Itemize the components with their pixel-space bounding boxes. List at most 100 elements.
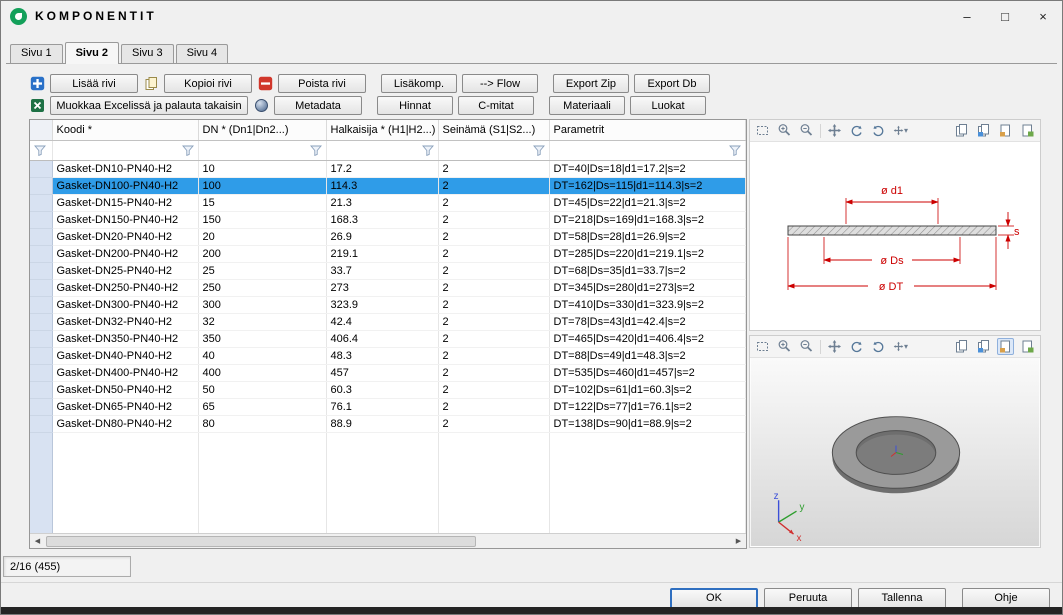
grid-cell[interactable]: DT=410|Ds=330|d1=323.9|s=2 bbox=[549, 296, 745, 313]
grid-cell[interactable]: 2 bbox=[438, 347, 549, 364]
grid-cell[interactable]: 406.4 bbox=[326, 330, 438, 347]
table-row[interactable]: Gasket-DN300-PN40-H2300323.92DT=410|Ds=3… bbox=[30, 296, 745, 313]
table-row[interactable]: Gasket-DN50-PN40-H25060.32DT=102|Ds=61|d… bbox=[30, 381, 745, 398]
grid-cell[interactable]: 2 bbox=[438, 279, 549, 296]
grid-cell[interactable]: 114.3 bbox=[326, 177, 438, 194]
tab-sivu-4[interactable]: Sivu 4 bbox=[176, 44, 229, 63]
copy-view-icon[interactable] bbox=[953, 338, 970, 355]
edit-in-excel-button[interactable]: Muokkaa Excelissä ja palauta takaisin bbox=[50, 96, 248, 115]
table-row[interactable]: Gasket-DN32-PN40-H23242.42DT=78|Ds=43|d1… bbox=[30, 313, 745, 330]
table-row[interactable]: Gasket-DN80-PN40-H28088.92DT=138|Ds=90|d… bbox=[30, 415, 745, 432]
row-selector[interactable] bbox=[30, 160, 52, 177]
minimize-button[interactable]: – bbox=[948, 1, 986, 31]
grid-cell[interactable]: 2 bbox=[438, 194, 549, 211]
filter-icon[interactable] bbox=[422, 145, 434, 159]
table-row[interactable]: Gasket-DN150-PN40-H2150168.32DT=218|Ds=1… bbox=[30, 211, 745, 228]
row-selector[interactable] bbox=[30, 381, 52, 398]
rotate-right-icon[interactable] bbox=[870, 122, 887, 139]
grid-cell[interactable]: DT=88|Ds=49|d1=48.3|s=2 bbox=[549, 347, 745, 364]
move-dropdown-icon[interactable]: ▾ bbox=[892, 122, 909, 139]
grid-cell[interactable]: 10 bbox=[198, 160, 326, 177]
export-all-icon[interactable] bbox=[1019, 122, 1036, 139]
grid-cell[interactable]: 20 bbox=[198, 228, 326, 245]
grid-cell[interactable]: 2 bbox=[438, 398, 549, 415]
grid-cell[interactable]: DT=345|Ds=280|d1=273|s=2 bbox=[549, 279, 745, 296]
select-icon[interactable] bbox=[754, 338, 771, 355]
copy-all-icon[interactable] bbox=[975, 122, 992, 139]
grid-cell[interactable]: 26.9 bbox=[326, 228, 438, 245]
grid-cell[interactable]: DT=102|Ds=61|d1=60.3|s=2 bbox=[549, 381, 745, 398]
add-icon[interactable] bbox=[29, 76, 45, 92]
gasket-2d-drawing[interactable]: ø d1 s ø Ds ø DT bbox=[750, 142, 1040, 330]
extra-component-button[interactable]: Lisäkomp. bbox=[381, 74, 457, 93]
gasket-3d-view[interactable]: z y x bbox=[750, 358, 1040, 546]
row-selector[interactable] bbox=[30, 228, 52, 245]
row-selector[interactable] bbox=[30, 296, 52, 313]
rotate-right-icon[interactable] bbox=[870, 338, 887, 355]
table-row[interactable]: Gasket-DN200-PN40-H2200219.12DT=285|Ds=2… bbox=[30, 245, 745, 262]
grid-cell[interactable]: 80 bbox=[198, 415, 326, 432]
grid-cell[interactable]: 42.4 bbox=[326, 313, 438, 330]
grid-cell[interactable]: 400 bbox=[198, 364, 326, 381]
grid-cell[interactable]: DT=58|Ds=28|d1=26.9|s=2 bbox=[549, 228, 745, 245]
scroll-thumb[interactable] bbox=[46, 536, 476, 547]
column-header-parametrit[interactable]: Parametrit bbox=[549, 120, 745, 140]
grid-cell[interactable]: DT=162|Ds=115|d1=114.3|s=2 bbox=[549, 177, 745, 194]
grid-cell[interactable]: 323.9 bbox=[326, 296, 438, 313]
table-row[interactable]: Gasket-DN65-PN40-H26576.12DT=122|Ds=77|d… bbox=[30, 398, 745, 415]
column-header-koodi[interactable]: Koodi * bbox=[52, 120, 198, 140]
table-row[interactable]: Gasket-DN25-PN40-H22533.72DT=68|Ds=35|d1… bbox=[30, 262, 745, 279]
column-header-seinama[interactable]: Seinämä (S1|S2...) bbox=[438, 120, 549, 140]
row-selector[interactable] bbox=[30, 245, 52, 262]
scroll-right-icon[interactable]: ▶ bbox=[731, 537, 746, 545]
tab-sivu-1[interactable]: Sivu 1 bbox=[10, 44, 63, 63]
grid-cell[interactable]: DT=218|Ds=169|d1=168.3|s=2 bbox=[549, 211, 745, 228]
metadata-button[interactable]: Metadata bbox=[274, 96, 362, 115]
scroll-left-icon[interactable]: ◀ bbox=[30, 537, 45, 545]
table-row[interactable]: Gasket-DN10-PN40-H21017.22DT=40|Ds=18|d1… bbox=[30, 160, 745, 177]
table-row[interactable]: Gasket-DN350-PN40-H2350406.42DT=465|Ds=4… bbox=[30, 330, 745, 347]
table-row[interactable]: Gasket-DN15-PN40-H21521.32DT=45|Ds=22|d1… bbox=[30, 194, 745, 211]
grid-cell[interactable]: 273 bbox=[326, 279, 438, 296]
select-icon[interactable] bbox=[754, 122, 771, 139]
table-row[interactable]: Gasket-DN20-PN40-H22026.92DT=58|Ds=28|d1… bbox=[30, 228, 745, 245]
column-header-dn[interactable]: DN * (Dn1|Dn2...) bbox=[198, 120, 326, 140]
grid-cell[interactable]: 17.2 bbox=[326, 160, 438, 177]
excel-icon[interactable] bbox=[29, 98, 45, 114]
export-all-icon[interactable] bbox=[1019, 338, 1036, 355]
grid-cell[interactable]: 48.3 bbox=[326, 347, 438, 364]
move-dropdown-icon[interactable]: ▾ bbox=[892, 338, 909, 355]
zoom-out-icon[interactable] bbox=[798, 122, 815, 139]
row-selector[interactable] bbox=[30, 364, 52, 381]
copy-view-icon[interactable] bbox=[953, 122, 970, 139]
table-row[interactable]: Gasket-DN100-PN40-H2100114.32DT=162|Ds=1… bbox=[30, 177, 745, 194]
horizontal-scrollbar[interactable]: ◀ ▶ bbox=[30, 533, 746, 548]
grid-cell[interactable]: Gasket-DN80-PN40-H2 bbox=[52, 415, 198, 432]
filter-cell-parametrit[interactable] bbox=[549, 140, 745, 160]
grid-cell[interactable]: Gasket-DN400-PN40-H2 bbox=[52, 364, 198, 381]
grid-cell[interactable]: 50 bbox=[198, 381, 326, 398]
grid-cell[interactable]: DT=45|Ds=22|d1=21.3|s=2 bbox=[549, 194, 745, 211]
grid-cell[interactable]: Gasket-DN250-PN40-H2 bbox=[52, 279, 198, 296]
metadata-icon[interactable] bbox=[253, 98, 269, 114]
grid-cell[interactable]: Gasket-DN350-PN40-H2 bbox=[52, 330, 198, 347]
filter-icon[interactable] bbox=[729, 145, 741, 159]
grid-cell[interactable]: Gasket-DN32-PN40-H2 bbox=[52, 313, 198, 330]
grid-cell[interactable]: DT=138|Ds=90|d1=88.9|s=2 bbox=[549, 415, 745, 432]
pan-icon[interactable] bbox=[826, 122, 843, 139]
grid-corner[interactable] bbox=[30, 120, 52, 140]
material-button[interactable]: Materiaali bbox=[549, 96, 625, 115]
delete-row-button[interactable]: Poista rivi bbox=[278, 74, 366, 93]
grid-cell[interactable]: 168.3 bbox=[326, 211, 438, 228]
grid-cell[interactable]: Gasket-DN20-PN40-H2 bbox=[52, 228, 198, 245]
export-view-icon[interactable] bbox=[997, 122, 1014, 139]
grid-cell[interactable]: DT=78|Ds=43|d1=42.4|s=2 bbox=[549, 313, 745, 330]
grid-cell[interactable]: DT=465|Ds=420|d1=406.4|s=2 bbox=[549, 330, 745, 347]
grid-cell[interactable]: DT=122|Ds=77|d1=76.1|s=2 bbox=[549, 398, 745, 415]
grid-cell[interactable]: 2 bbox=[438, 228, 549, 245]
grid-cell[interactable]: Gasket-DN300-PN40-H2 bbox=[52, 296, 198, 313]
grid-cell[interactable]: 300 bbox=[198, 296, 326, 313]
grid-cell[interactable]: Gasket-DN10-PN40-H2 bbox=[52, 160, 198, 177]
zoom-out-icon[interactable] bbox=[798, 338, 815, 355]
filter-icon[interactable] bbox=[310, 145, 322, 159]
